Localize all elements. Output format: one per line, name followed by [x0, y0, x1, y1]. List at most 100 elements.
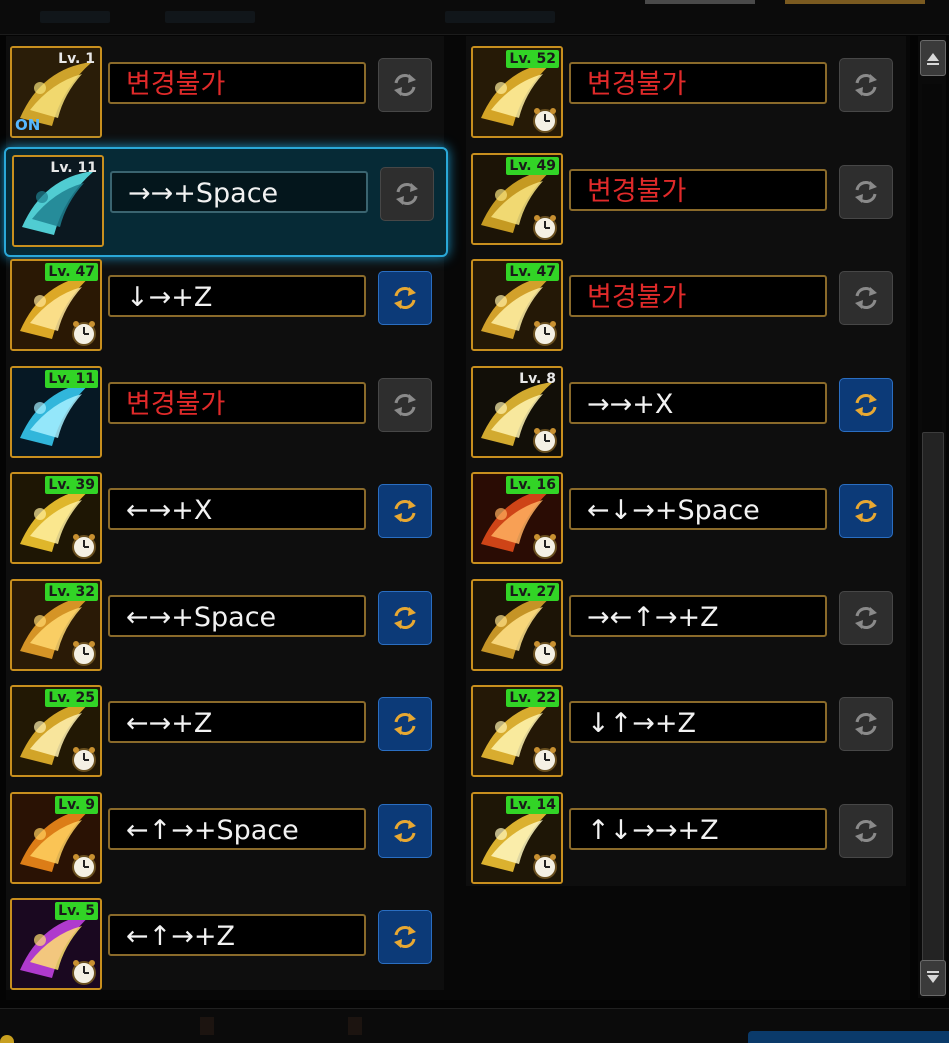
skill-slot[interactable]: Lv. 49 변경불가 [465, 147, 905, 253]
change-command-button[interactable] [378, 377, 432, 432]
skill-icon[interactable]: Lv. 9 [10, 791, 102, 884]
change-command-button[interactable] [378, 484, 432, 538]
arrow-up-icon [927, 53, 939, 65]
cooldown-clock-icon [533, 534, 557, 559]
skill-slot[interactable]: Lv. 39 ←→+X [4, 466, 444, 572]
cooldown-clock-icon [72, 853, 96, 879]
skill-slot[interactable]: Lv. 1 ON 변경불가 [4, 40, 444, 146]
skill-slot[interactable]: Lv. 27 →←↑→+Z [465, 573, 905, 679]
skill-slot[interactable]: Lv. 11 →→+Space [4, 146, 448, 257]
skill-icon[interactable]: Lv. 16 [471, 472, 563, 564]
skill-icon[interactable]: Lv. 14 [471, 791, 563, 884]
skill-icon[interactable]: Lv. 39 [10, 472, 102, 564]
skill-icon[interactable]: Lv. 11 [12, 154, 104, 247]
command-field[interactable]: ↑↓→→+Z [569, 807, 827, 850]
skill-icon[interactable]: Lv. 8 [471, 365, 563, 458]
cooldown-clock-icon [533, 214, 557, 240]
command-field[interactable]: ←→+Z [108, 701, 366, 743]
skill-level-badge: Lv. 1 [58, 51, 95, 67]
change-command-button[interactable] [839, 58, 893, 112]
scrollbar[interactable] [918, 36, 946, 998]
bottom-button[interactable] [748, 1031, 949, 1043]
skill-slot[interactable]: Lv. 25 ←→+Z [4, 679, 444, 785]
command-field[interactable]: →→+X [569, 381, 827, 424]
swap-icon [855, 287, 877, 309]
change-command-button[interactable] [839, 377, 893, 432]
skill-slot[interactable]: Lv. 14 ↑↓→→+Z [465, 786, 905, 892]
cooldown-clock-icon [533, 427, 557, 453]
command-field[interactable]: ←↑→+Space [108, 807, 366, 850]
skill-level-badge: Lv. 14 [506, 795, 559, 814]
skill-icon[interactable]: Lv. 47 [10, 259, 102, 351]
window-bottom-bar [0, 1008, 949, 1043]
skill-level-badge: Lv. 22 [506, 689, 559, 707]
command-field[interactable]: ←→+Space [108, 594, 366, 637]
skill-slot[interactable]: Lv. 8 →→+X [465, 360, 905, 466]
top-tab-1[interactable] [40, 11, 110, 23]
command-field[interactable]: ←↑→+Z [108, 914, 366, 956]
change-command-button[interactable] [378, 803, 432, 858]
command-field[interactable]: ↓→+Z [108, 275, 366, 317]
command-field[interactable]: →←↑→+Z [569, 594, 827, 637]
command-field[interactable]: 변경불가 [569, 168, 827, 211]
change-command-button[interactable] [839, 697, 893, 751]
skill-slot[interactable]: Lv. 9 ←↑→+Space [4, 786, 444, 892]
skill-icon[interactable]: Lv. 22 [471, 685, 563, 777]
top-button-gold[interactable] [785, 0, 925, 4]
change-command-button[interactable] [380, 166, 434, 221]
command-field[interactable]: 변경불가 [108, 62, 366, 104]
skill-slot[interactable]: Lv. 16 ←↓→+Space [465, 466, 905, 572]
skill-icon[interactable]: Lv. 47 [471, 259, 563, 351]
change-command-button[interactable] [839, 271, 893, 325]
skill-icon[interactable]: Lv. 27 [471, 578, 563, 671]
skill-icon[interactable]: Lv. 32 [10, 578, 102, 671]
change-command-button[interactable] [378, 910, 432, 964]
command-field[interactable]: 변경불가 [108, 381, 366, 424]
change-command-button[interactable] [378, 58, 432, 112]
change-command-button[interactable] [839, 164, 893, 219]
swap-icon [394, 74, 416, 96]
change-command-button[interactable] [839, 484, 893, 538]
swap-icon [394, 819, 416, 842]
command-field[interactable]: 변경불가 [569, 275, 827, 317]
skill-icon[interactable]: Lv. 49 [471, 152, 563, 245]
skill-slot[interactable]: Lv. 11 변경불가 [4, 360, 444, 466]
skill-slot[interactable]: Lv. 47 변경불가 [465, 253, 905, 359]
skill-icon[interactable]: Lv. 11 [10, 365, 102, 458]
change-command-button[interactable] [839, 803, 893, 858]
command-field[interactable]: →→+Space [110, 170, 368, 213]
change-command-button[interactable] [378, 271, 432, 325]
top-button-gray[interactable] [645, 0, 755, 4]
change-command-button[interactable] [839, 590, 893, 645]
skill-level-badge: Lv. 49 [506, 156, 559, 175]
scroll-up-button[interactable] [920, 40, 946, 76]
skill-icon[interactable]: Lv. 52 [471, 46, 563, 138]
command-field[interactable]: ←↓→+Space [569, 488, 827, 530]
skill-slot[interactable]: Lv. 5 ←↑→+Z [4, 892, 444, 998]
swap-icon [855, 180, 877, 203]
skill-level-badge: Lv. 8 [519, 370, 556, 387]
skill-icon[interactable]: Lv. 1 ON [10, 46, 102, 138]
command-field[interactable]: ←→+X [108, 488, 366, 530]
scroll-thumb[interactable] [922, 432, 944, 989]
cooldown-clock-icon [72, 640, 96, 666]
skill-slot[interactable]: Lv. 47 ↓→+Z [4, 253, 444, 359]
top-tab-2[interactable] [165, 11, 255, 23]
change-command-button[interactable] [378, 590, 432, 645]
bottom-divider-2 [348, 1017, 362, 1035]
cooldown-clock-icon [533, 747, 557, 772]
swap-icon [855, 500, 877, 522]
skill-icon[interactable]: Lv. 25 [10, 685, 102, 777]
change-command-button[interactable] [378, 697, 432, 751]
skill-slot[interactable]: Lv. 52 변경불가 [465, 40, 905, 146]
skill-icon[interactable]: Lv. 5 [10, 898, 102, 990]
skill-slot[interactable]: Lv. 22 ↓↑→+Z [465, 679, 905, 785]
command-field[interactable]: 변경불가 [569, 62, 827, 104]
scroll-down-button[interactable] [920, 960, 946, 996]
skill-level-badge: Lv. 32 [45, 582, 98, 601]
command-field[interactable]: ↓↑→+Z [569, 701, 827, 743]
skill-slot[interactable]: Lv. 32 ←→+Space [4, 573, 444, 679]
swap-icon [394, 500, 416, 522]
top-tab-3[interactable] [445, 11, 555, 23]
swap-icon [855, 819, 877, 842]
